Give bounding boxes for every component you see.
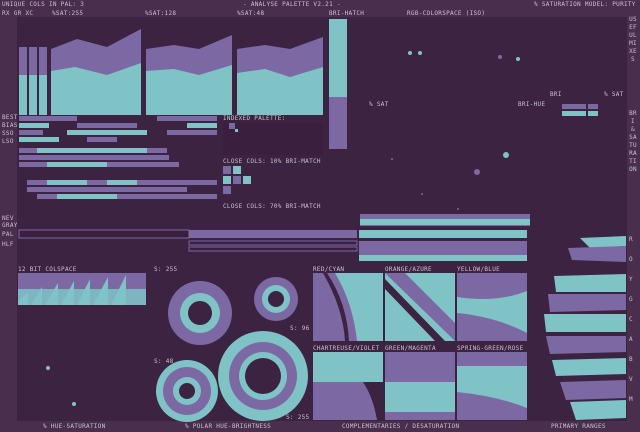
comp-chartreuse-violet-chart: [313, 352, 383, 420]
tab-bri-saturation[interactable]: BRI & SATURATION: [629, 110, 637, 230]
rgb-bri-label: BRI: [550, 91, 562, 98]
label-bias: BIAS: [2, 122, 18, 129]
label-pal: PAL: [2, 231, 14, 238]
comp-spring-rose-chart: [457, 352, 527, 420]
bri-hatch-label: BRI-HATCH: [329, 10, 365, 17]
comp-red-cyan-label: RED/CYAN: [313, 266, 345, 273]
bri-hatch-bar: [329, 19, 347, 149]
label-sso: SSO: [2, 130, 14, 137]
footer-complementaries: COMPLEMENTARIES / DESATURATION: [342, 423, 460, 430]
comp-orange-azure-chart: [385, 273, 455, 341]
tab-o[interactable]: O: [629, 256, 633, 263]
comp-green-magenta-chart: [385, 352, 455, 420]
rgb-sat-label: % SAT: [369, 101, 389, 108]
tab-v[interactable]: V: [629, 376, 633, 383]
primary-ranges-chart: [544, 236, 626, 420]
comp-green-magenta-label: GREEN/MAGENTA: [385, 345, 436, 352]
ring-s255b-label: S: 255: [286, 414, 310, 421]
comp-red-cyan-chart: [313, 273, 383, 341]
polar-ring-s48: [156, 360, 218, 422]
comp-orange-azure-label: ORANGE/AZURE: [385, 266, 432, 273]
comp-chartreuse-violet-label: CHARTREUSE/VIOLET: [313, 345, 380, 352]
footer-hue-saturation: % HUE-SATURATION: [43, 423, 106, 430]
rgb-bri-hue-label: BRI-HUE: [518, 101, 546, 108]
label-nev: NEV: [2, 215, 14, 222]
sat-model-label[interactable]: % SATURATION MODEL: PURITY: [534, 1, 636, 8]
palette-bars: [19, 116, 217, 199]
sub-labels: RX GR XC: [2, 10, 34, 17]
comp-yellow-blue-chart: [457, 273, 527, 341]
label-best: BEST: [2, 114, 18, 121]
sat255-label: %SAT:255: [52, 10, 84, 17]
gray-pal-bars: [18, 229, 527, 261]
close-cols-70-label: CLOSE COLS: 70% BRI-MATCH: [223, 203, 321, 210]
tab-g[interactable]: G: [629, 296, 633, 303]
ring-s255-label: S: 255: [154, 266, 178, 273]
comp-yellow-blue-label: YELLOW/BLUE: [457, 266, 501, 273]
sat128-chart: [146, 35, 232, 115]
label-gray: GRAY: [2, 222, 18, 229]
close-cols-10-grid: [223, 166, 251, 194]
rgb-colorspace-label: RGB-COLORSPACE (ISO): [407, 10, 486, 17]
rgb-colorspace-plot: [352, 19, 624, 229]
sat48-chart: [237, 37, 323, 115]
footer-primary-ranges: PRIMARY RANGES: [551, 423, 606, 430]
tab-c[interactable]: C: [629, 316, 633, 323]
tab-m[interactable]: M: [629, 396, 633, 403]
polar-ring-s255b: [218, 331, 308, 421]
app-title: - ANALYSE PALETTE V2.21 -: [243, 1, 341, 8]
tab-b[interactable]: B: [629, 356, 633, 363]
sat48-label: %SAT:48: [237, 10, 265, 17]
label-lso: LSO: [2, 138, 14, 145]
tab-a[interactable]: A: [629, 336, 633, 343]
unique-cols-label: UNIQUE COLS IN PAL: 3: [2, 1, 85, 8]
close-cols-10-label: CLOSE COLS: 10% BRI-MATCH: [223, 158, 321, 165]
tab-y[interactable]: Y: [629, 276, 633, 283]
tab-r[interactable]: R: [629, 236, 633, 243]
sat128-label: %SAT:128: [145, 10, 177, 17]
rgb-sat2-label: % SAT: [604, 91, 624, 98]
comp-spring-rose-label: SPRING-GREEN/ROSE: [457, 345, 524, 352]
footer-polar: % POLAR HUE-BRIGHTNESS: [185, 423, 272, 430]
polar-ring-s96: [254, 277, 298, 321]
colspace-12bit-chart: [18, 273, 146, 305]
label-hlf: HLF: [2, 241, 14, 248]
colspace-title: 12 BIT COLSPACE: [18, 266, 77, 273]
indexed-palette-grid: [223, 123, 323, 155]
hue-sat-dots: [46, 366, 76, 406]
tab-useful-mixes[interactable]: USEFUL MIXES: [629, 16, 637, 96]
indexed-palette-title: INDEXED PALETTE:: [223, 115, 286, 122]
sat255-chart: [17, 19, 143, 115]
